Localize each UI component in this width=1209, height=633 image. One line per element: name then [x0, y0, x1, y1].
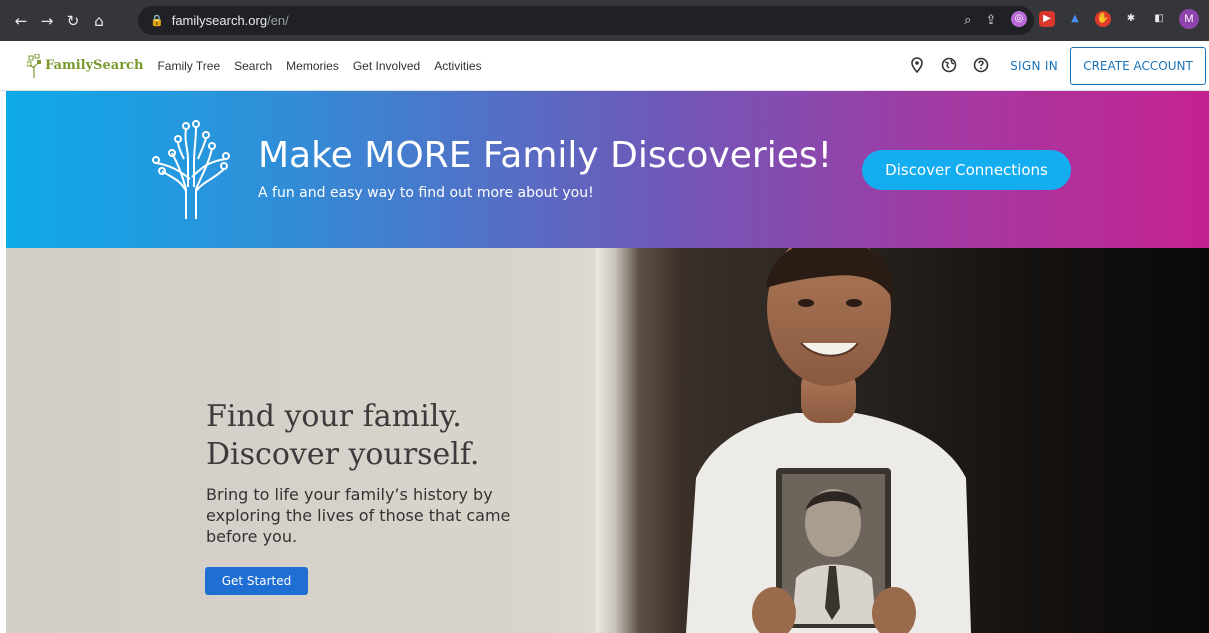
- nav-memories[interactable]: Memories: [286, 59, 339, 73]
- reload-icon[interactable]: ↻: [62, 10, 84, 32]
- banner-title: Make MORE Family Discoveries!: [258, 135, 833, 176]
- extension-circle-icon[interactable]: ◎: [1011, 11, 1027, 27]
- logo-tree-icon: [27, 53, 41, 78]
- promo-banner: Make MORE Family Discoveries! A fun and …: [6, 91, 1209, 248]
- location-pin-icon[interactable]: [908, 57, 926, 75]
- logo-text: FamilySearch: [45, 58, 144, 73]
- nav-search[interactable]: Search: [234, 59, 272, 73]
- hero-headline-line2: Discover yourself.: [206, 437, 480, 472]
- browser-nav-buttons: ← → ↻ ⌂: [10, 10, 110, 32]
- extension-red-icon[interactable]: ▶: [1039, 11, 1055, 27]
- extension-blue-icon[interactable]: ▲: [1067, 11, 1083, 27]
- url-host: familysearch.org: [171, 13, 268, 28]
- nav-family-tree[interactable]: Family Tree: [157, 59, 220, 73]
- back-arrow-icon[interactable]: ←: [10, 10, 32, 32]
- get-started-button[interactable]: Get Started: [205, 567, 308, 595]
- hero-headline: Find your family. Discover yourself.: [206, 398, 479, 474]
- main-nav: Family Tree Search Memories Get Involved…: [157, 59, 481, 73]
- hero-photo-illustration: [686, 248, 971, 633]
- extensions-puzzle-icon[interactable]: ✱: [1123, 11, 1139, 27]
- create-account-button[interactable]: CREATE ACCOUNT: [1070, 47, 1206, 85]
- site-header: FamilySearch Family Tree Search Memories…: [0, 41, 1209, 91]
- hero-photo-boy-holding-portrait: [596, 248, 1209, 633]
- circuit-tree-icon: [152, 120, 230, 219]
- sign-in-link[interactable]: SIGN IN: [1010, 59, 1058, 73]
- hero-section: Find your family. Discover yourself. Bri…: [6, 248, 1209, 633]
- extension-stop-icon[interactable]: ✋: [1095, 11, 1111, 27]
- url-path: /en/: [267, 13, 289, 28]
- banner-subtitle: A fun and easy way to find out more abou…: [258, 185, 594, 201]
- zoom-icon[interactable]: ⌕: [964, 13, 971, 28]
- hero-description: Bring to life your family’s history by e…: [206, 485, 511, 546]
- familysearch-logo[interactable]: FamilySearch: [27, 53, 144, 78]
- side-panel-icon[interactable]: ◧: [1151, 11, 1167, 27]
- globe-language-icon[interactable]: [940, 57, 958, 75]
- profile-avatar[interactable]: M: [1179, 9, 1199, 29]
- home-icon[interactable]: ⌂: [88, 10, 110, 32]
- extensions-area: ◎ ▶ ▲ ✋ ✱ ◧ M: [1011, 9, 1199, 29]
- header-actions: SIGN IN CREATE ACCOUNT: [908, 41, 1209, 91]
- help-question-icon[interactable]: [972, 57, 990, 75]
- hero-headline-line1: Find your family.: [206, 399, 462, 434]
- share-icon[interactable]: ⇪: [985, 13, 996, 28]
- lock-icon: 🔒: [150, 14, 164, 27]
- address-bar[interactable]: 🔒 familysearch.org/en/ ⌕ ⇪ ☆: [138, 6, 1034, 35]
- browser-toolbar: ← → ↻ ⌂ 🔒 familysearch.org/en/ ⌕ ⇪ ☆ ◎ ▶…: [0, 0, 1209, 41]
- nav-activities[interactable]: Activities: [434, 59, 481, 73]
- nav-get-involved[interactable]: Get Involved: [353, 59, 420, 73]
- forward-arrow-icon[interactable]: →: [36, 10, 58, 32]
- discover-connections-button[interactable]: Discover Connections: [862, 150, 1071, 190]
